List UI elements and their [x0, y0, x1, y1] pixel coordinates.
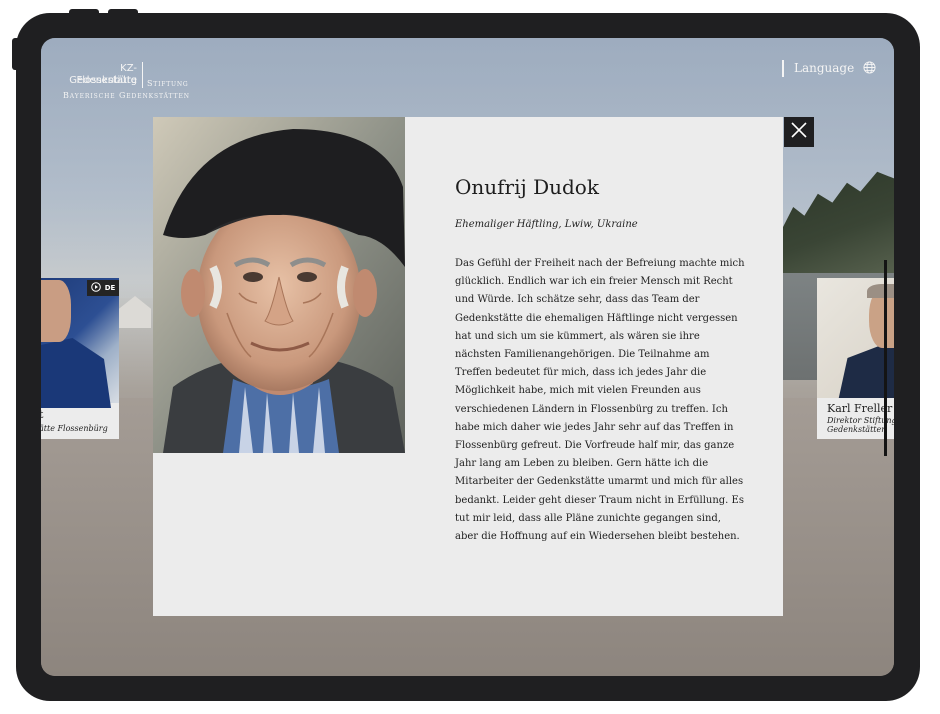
person-role-right-line2: Gedenkstätten	[827, 425, 887, 434]
logo-line-3: Stiftung	[147, 79, 189, 88]
logo-line-4: Bayerische Gedenkstätten	[63, 91, 190, 100]
person-detail-modal: Onufrij Dudok Ehemaliger Häftling, Lwiw,…	[153, 117, 814, 616]
logo-line-2: Flossenbürg	[76, 75, 137, 86]
language-divider	[782, 59, 784, 77]
person-card-right[interactable]: Karl Freller Direktor Stiftung Gedenkstä…	[817, 398, 894, 439]
background-house	[119, 296, 151, 328]
photo-shirt	[41, 338, 111, 408]
person-portrait	[153, 117, 405, 453]
play-icon	[90, 282, 101, 294]
person-quote: Das Gefühl der Freiheit nach der Befreiu…	[455, 258, 745, 543]
logo-line-4-text: Bayerische Gedenkstätten	[63, 91, 190, 100]
globe-icon	[863, 59, 876, 78]
person-name: Onufrij Dudok	[455, 175, 599, 199]
person-name-left: t	[41, 408, 44, 421]
badge-language: DE	[104, 284, 116, 292]
person-photo-right[interactable]	[817, 278, 894, 398]
photo-hair-right	[867, 284, 894, 298]
person-photo-left	[41, 278, 119, 408]
carousel-scroll-indicator[interactable]	[884, 260, 887, 456]
person-card-left[interactable]: DE t ätte Flossenbürg	[41, 278, 119, 439]
video-badge[interactable]: DE	[87, 280, 119, 296]
language-selector[interactable]: Language	[782, 59, 876, 77]
logo-line-3-text: Stiftung	[147, 79, 189, 88]
person-role-left: ätte Flossenbürg	[41, 424, 108, 433]
app-screen: KZ-Gedenkstätte Flossenbürg Stiftung Bay…	[41, 38, 894, 676]
language-label: Language	[794, 61, 855, 75]
logo-divider	[142, 62, 143, 88]
close-icon	[790, 121, 808, 143]
photo-face	[41, 280, 71, 342]
person-name-right: Karl Freller	[827, 402, 893, 415]
close-button[interactable]	[784, 117, 814, 147]
portrait-illustration	[153, 117, 405, 453]
person-subtitle: Ehemaliger Häftling, Lwiw, Ukraine	[455, 219, 638, 230]
